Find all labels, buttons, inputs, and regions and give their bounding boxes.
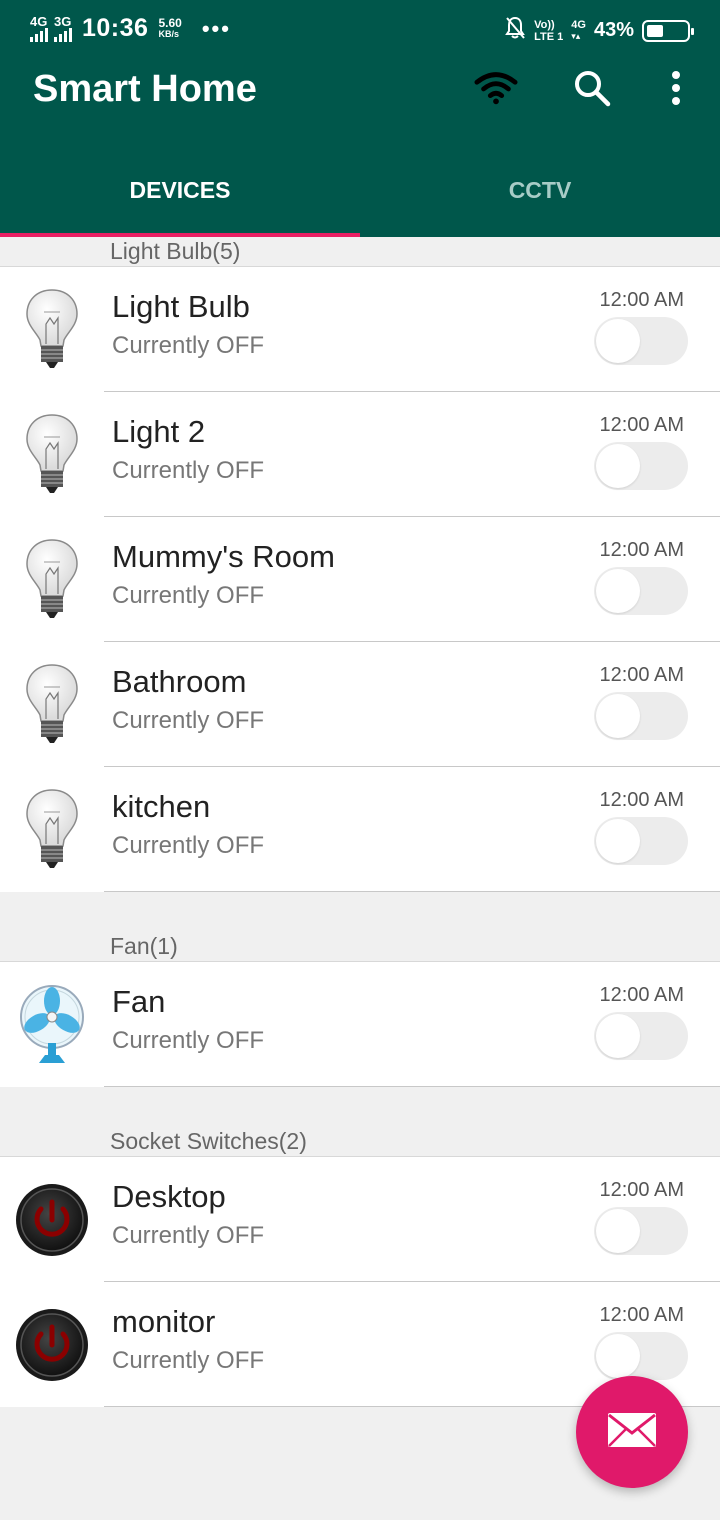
- device-time: 12:00 AM: [599, 789, 684, 811]
- device-name: Light Bulb: [112, 289, 250, 324]
- sim1-network-label: 4G: [30, 13, 48, 29]
- mail-icon: [607, 1412, 657, 1453]
- device-row-body: Fan Currently OFF 12:00 AM: [104, 962, 720, 1087]
- mail-fab-button[interactable]: [576, 1376, 688, 1488]
- toggle-knob: [596, 1014, 640, 1058]
- bell-off-icon: [504, 16, 526, 45]
- device-time: 12:00 AM: [599, 1179, 684, 1201]
- speed-unit: KB/s: [158, 28, 179, 39]
- device-status: Currently OFF: [112, 1027, 265, 1054]
- section-header-fan: Fan(1): [0, 932, 720, 962]
- device-name: Light 2: [112, 414, 206, 449]
- sim2-network-label: 3G: [54, 13, 72, 29]
- device-row[interactable]: Bathroom Currently OFF 12:00 AM: [0, 642, 720, 767]
- device-row[interactable]: Light Bulb Currently OFF 12:00 AM: [0, 267, 720, 392]
- device-row-body: Mummy's Room Currently OFF 12:00 AM: [104, 517, 720, 642]
- socket-switches-section: Desktop Currently OFF 12:00 AM monitor C…: [0, 1157, 720, 1407]
- fan-section: Fan Currently OFF 12:00 AM: [0, 962, 720, 1087]
- device-row[interactable]: kitchen Currently OFF 12:00 AM: [0, 767, 720, 892]
- device-row[interactable]: Mummy's Room Currently OFF 12:00 AM: [0, 517, 720, 642]
- section-divider: [0, 1087, 720, 1127]
- data-network-label: 4G: [571, 18, 586, 31]
- device-time: 12:00 AM: [599, 1304, 684, 1326]
- more-vertical-icon[interactable]: [654, 66, 698, 110]
- fan-icon: [0, 962, 104, 1087]
- power-icon: [0, 1282, 104, 1407]
- device-row-body: Bathroom Currently OFF 12:00 AM: [104, 642, 720, 767]
- device-row-body: kitchen Currently OFF 12:00 AM: [104, 767, 720, 892]
- device-status: Currently OFF: [112, 332, 265, 359]
- device-power-toggle[interactable]: [594, 442, 688, 490]
- device-status: Currently OFF: [112, 1347, 265, 1374]
- tab-devices[interactable]: DEVICES: [0, 157, 360, 237]
- device-name: Fan: [112, 984, 166, 1019]
- toggle-knob: [596, 569, 640, 613]
- status-bar: 4G 3G 10:36 5.60 KB/s ••• Vo)) LTE 1 4G: [0, 0, 720, 62]
- light-bulb-icon: [0, 267, 104, 392]
- device-power-toggle[interactable]: [594, 1012, 688, 1060]
- app-bar: Smart Home DEVICES CCTV: [0, 62, 720, 237]
- speed-value: 5.60: [158, 15, 182, 30]
- section-divider: [0, 892, 720, 932]
- section-header-light-bulb: Light Bulb(5): [0, 237, 720, 267]
- toggle-knob: [596, 319, 640, 363]
- device-status: Currently OFF: [112, 582, 265, 609]
- toggle-knob: [596, 1334, 640, 1378]
- device-name: Mummy's Room: [112, 539, 335, 574]
- device-power-toggle[interactable]: [594, 692, 688, 740]
- more-notifications-icon: •••: [201, 15, 231, 41]
- app-title: Smart Home: [33, 68, 257, 110]
- section-header-socket-switches: Socket Switches(2): [0, 1127, 720, 1157]
- data-network-icon: 4G ▾▴: [571, 18, 586, 41]
- device-name: monitor: [112, 1304, 216, 1339]
- device-power-toggle[interactable]: [594, 817, 688, 865]
- battery-icon: [642, 19, 694, 42]
- light-bulb-icon: [0, 767, 104, 892]
- toggle-knob: [596, 1209, 640, 1253]
- device-name: Bathroom: [112, 664, 247, 699]
- volte-bottom: LTE 1: [534, 30, 564, 43]
- battery-percent: 43%: [593, 19, 634, 41]
- device-power-toggle[interactable]: [594, 567, 688, 615]
- device-power-toggle[interactable]: [594, 317, 688, 365]
- device-row-body: Light Bulb Currently OFF 12:00 AM: [104, 267, 720, 392]
- device-row-body: Light 2 Currently OFF 12:00 AM: [104, 392, 720, 517]
- light-bulb-icon: [0, 392, 104, 517]
- device-status: Currently OFF: [112, 832, 265, 859]
- device-name: kitchen: [112, 789, 211, 824]
- toggle-knob: [596, 819, 640, 863]
- device-row[interactable]: Light 2 Currently OFF 12:00 AM: [0, 392, 720, 517]
- device-list: Light Bulb(5) Light Bulb Currently OFF 1…: [0, 237, 720, 1407]
- sim2-signal-icon: 3G: [54, 13, 72, 42]
- light-bulb-icon: [0, 642, 104, 767]
- device-status: Currently OFF: [112, 1222, 265, 1249]
- volte-indicator: Vo)) LTE 1: [534, 19, 563, 43]
- volte-top: Vo)): [534, 18, 555, 31]
- device-status: Currently OFF: [112, 457, 265, 484]
- light-bulb-icon: [0, 517, 104, 642]
- wifi-icon[interactable]: [474, 66, 518, 110]
- search-icon[interactable]: [570, 66, 614, 110]
- device-power-toggle[interactable]: [594, 1207, 688, 1255]
- device-time: 12:00 AM: [599, 289, 684, 311]
- device-row[interactable]: Fan Currently OFF 12:00 AM: [0, 962, 720, 1087]
- device-time: 12:00 AM: [599, 664, 684, 686]
- device-name: Desktop: [112, 1179, 226, 1214]
- tab-cctv[interactable]: CCTV: [360, 157, 720, 237]
- sim1-signal-icon: 4G: [30, 13, 48, 42]
- toggle-knob: [596, 694, 640, 738]
- network-speed: 5.60 KB/s: [158, 15, 182, 40]
- device-time: 12:00 AM: [599, 539, 684, 561]
- device-row[interactable]: Desktop Currently OFF 12:00 AM: [0, 1157, 720, 1282]
- toggle-knob: [596, 444, 640, 488]
- light-bulb-section: Light Bulb Currently OFF 12:00 AM Light …: [0, 267, 720, 892]
- tab-bar: DEVICES CCTV: [0, 157, 720, 237]
- power-icon: [0, 1157, 104, 1282]
- device-power-toggle[interactable]: [594, 1332, 688, 1380]
- status-time: 10:36: [82, 14, 149, 42]
- device-row-body: Desktop Currently OFF 12:00 AM: [104, 1157, 720, 1282]
- device-status: Currently OFF: [112, 707, 265, 734]
- device-time: 12:00 AM: [599, 984, 684, 1006]
- device-time: 12:00 AM: [599, 414, 684, 436]
